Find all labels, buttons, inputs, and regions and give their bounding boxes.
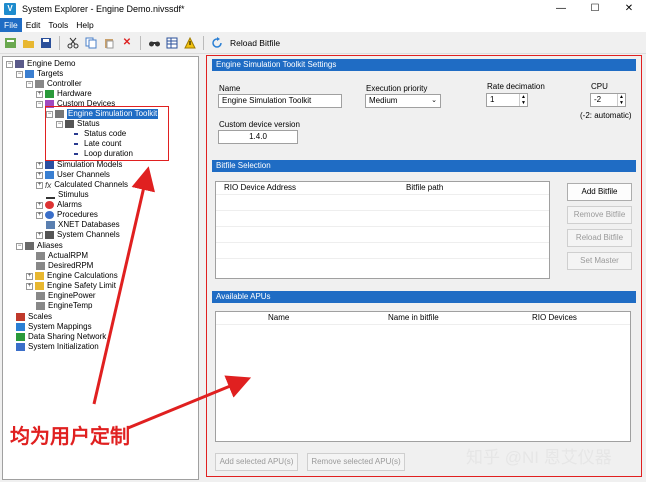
- annotation-text: 均为用户定制: [10, 426, 130, 448]
- arrow-to-tree: [92, 166, 156, 405]
- annotation-arrows: [92, 166, 252, 430]
- watermark: 知乎 @NI 恩艾仪器: [466, 448, 612, 467]
- arrow-to-panel: [127, 375, 252, 430]
